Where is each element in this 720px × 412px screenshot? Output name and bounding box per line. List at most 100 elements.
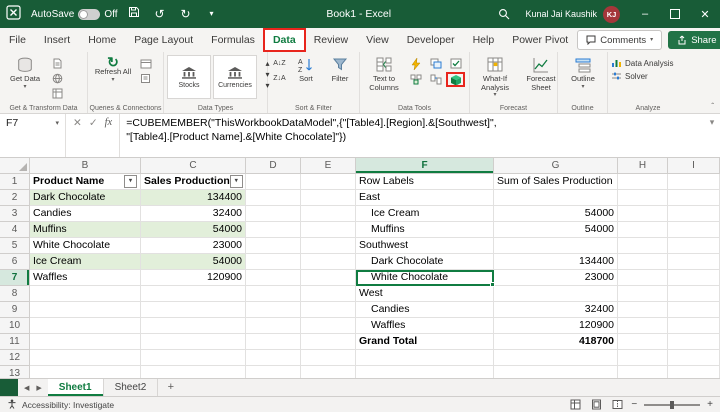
cell-F2[interactable]: East — [356, 190, 494, 206]
redo-icon[interactable]: ↻ — [176, 0, 196, 28]
empty-cell[interactable] — [246, 190, 301, 206]
empty-cell[interactable] — [141, 350, 246, 366]
empty-cell[interactable] — [668, 302, 720, 318]
previous-sheet-icon[interactable]: ◀ — [24, 384, 29, 392]
empty-cell[interactable] — [494, 350, 618, 366]
empty-cell[interactable] — [618, 190, 668, 206]
autosave-toggle[interactable]: AutoSave Off — [31, 9, 118, 20]
sheet-tab-sheet1[interactable]: Sheet1 — [48, 379, 104, 396]
cell-C3[interactable]: 32400 — [141, 206, 246, 222]
select-all-corner[interactable] — [0, 158, 30, 174]
row-header-7[interactable]: 7 — [0, 270, 30, 286]
cell-C1[interactable]: Sales Production▾ — [141, 174, 246, 190]
page-break-view-icon[interactable] — [610, 399, 624, 411]
tab-formulas[interactable]: Formulas — [202, 29, 264, 51]
empty-cell[interactable] — [301, 334, 356, 350]
cell-B1[interactable]: Product Name▾ — [30, 174, 141, 190]
empty-cell[interactable] — [494, 238, 618, 254]
cell-C5[interactable]: 23000 — [141, 238, 246, 254]
row-header-3[interactable]: 3 — [0, 206, 30, 222]
search-icon[interactable] — [489, 0, 519, 28]
empty-cell[interactable] — [668, 222, 720, 238]
cell-F10[interactable]: Waffles — [356, 318, 494, 334]
empty-cell[interactable] — [618, 318, 668, 334]
row-header-2[interactable]: 2 — [0, 190, 30, 206]
empty-cell[interactable] — [494, 366, 618, 378]
empty-cell[interactable] — [618, 206, 668, 222]
cell-F11[interactable]: Grand Total — [356, 334, 494, 350]
new-sheet-icon[interactable]: + — [163, 380, 178, 395]
page-layout-view-icon[interactable] — [589, 399, 603, 411]
cell-G10[interactable]: 120900 — [494, 318, 618, 334]
empty-cell[interactable] — [301, 350, 356, 366]
empty-cell[interactable] — [246, 302, 301, 318]
formula-bar-expand-icon[interactable]: ▾ — [704, 114, 720, 157]
row-header-4[interactable]: 4 — [0, 222, 30, 238]
name-box[interactable]: F7 ▾ — [0, 114, 66, 157]
empty-cell[interactable] — [618, 222, 668, 238]
empty-cell[interactable] — [246, 286, 301, 302]
stocks-button[interactable]: Stocks — [167, 55, 211, 99]
tab-file[interactable]: File — [0, 29, 35, 51]
currencies-button[interactable]: Currencies — [213, 55, 257, 99]
cell-F1[interactable]: Row Labels — [356, 174, 494, 190]
empty-cell[interactable] — [30, 366, 141, 378]
col-header-I[interactable]: I — [668, 158, 720, 174]
cell-C6[interactable]: 54000 — [141, 254, 246, 270]
autosave-switch-icon[interactable] — [78, 9, 100, 20]
cancel-icon[interactable]: ✕ — [73, 117, 82, 129]
cell-G1[interactable]: Sum of Sales Production — [494, 174, 618, 190]
cell-G6[interactable]: 134400 — [494, 254, 618, 270]
cell-C2[interactable]: 134400 — [141, 190, 246, 206]
empty-cell[interactable] — [246, 222, 301, 238]
normal-view-icon[interactable] — [568, 399, 582, 411]
maximize-button[interactable] — [660, 0, 690, 28]
empty-cell[interactable] — [246, 206, 301, 222]
empty-cell[interactable] — [494, 286, 618, 302]
empty-cell[interactable] — [668, 254, 720, 270]
empty-cell[interactable] — [356, 366, 494, 378]
properties-icon[interactable] — [137, 72, 154, 85]
empty-cell[interactable] — [301, 238, 356, 254]
relationships-icon[interactable] — [427, 73, 444, 86]
cell-B2[interactable]: Dark Chocolate — [30, 190, 141, 206]
empty-cell[interactable] — [494, 190, 618, 206]
cell-G3[interactable]: 54000 — [494, 206, 618, 222]
col-header-G[interactable]: G — [494, 158, 618, 174]
cell-G4[interactable]: 54000 — [494, 222, 618, 238]
filter-dropdown-icon[interactable]: ▾ — [230, 175, 243, 188]
empty-cell[interactable] — [246, 318, 301, 334]
empty-cell[interactable] — [668, 270, 720, 286]
empty-cell[interactable] — [301, 190, 356, 206]
tab-view[interactable]: View — [357, 29, 398, 51]
cell-F4[interactable]: Muffins — [356, 222, 494, 238]
user-name[interactable]: Kunal Jai Kaushik — [525, 9, 597, 19]
empty-cell[interactable] — [246, 334, 301, 350]
col-header-H[interactable]: H — [618, 158, 668, 174]
outline-button[interactable]: Outline ▾ — [561, 55, 605, 90]
comments-button[interactable]: Comments ▾ — [577, 30, 662, 50]
empty-cell[interactable] — [301, 222, 356, 238]
tab-developer[interactable]: Developer — [398, 29, 464, 51]
row-header-11[interactable]: 11 — [0, 334, 30, 350]
empty-cell[interactable] — [141, 318, 246, 334]
col-header-E[interactable]: E — [301, 158, 356, 174]
empty-cell[interactable] — [618, 174, 668, 190]
tab-help[interactable]: Help — [464, 29, 504, 51]
cell-G7[interactable]: 23000 — [494, 270, 618, 286]
consolidate-icon[interactable] — [407, 73, 424, 86]
col-header-B[interactable]: B — [30, 158, 141, 174]
cell-F8[interactable]: West — [356, 286, 494, 302]
col-header-D[interactable]: D — [246, 158, 301, 174]
empty-cell[interactable] — [668, 206, 720, 222]
cell-F9[interactable]: Candies — [356, 302, 494, 318]
fill-handle[interactable] — [490, 282, 495, 287]
get-data-button[interactable]: Get Data ▾ — [3, 55, 47, 90]
minimize-button[interactable]: – — [630, 0, 660, 28]
tab-home[interactable]: Home — [79, 29, 125, 51]
empty-cell[interactable] — [30, 334, 141, 350]
cell-G11[interactable]: 418700 — [494, 334, 618, 350]
cell-F3[interactable]: Ice Cream — [356, 206, 494, 222]
cell-B3[interactable]: Candies — [30, 206, 141, 222]
zoom-slider-handle[interactable] — [670, 401, 674, 409]
